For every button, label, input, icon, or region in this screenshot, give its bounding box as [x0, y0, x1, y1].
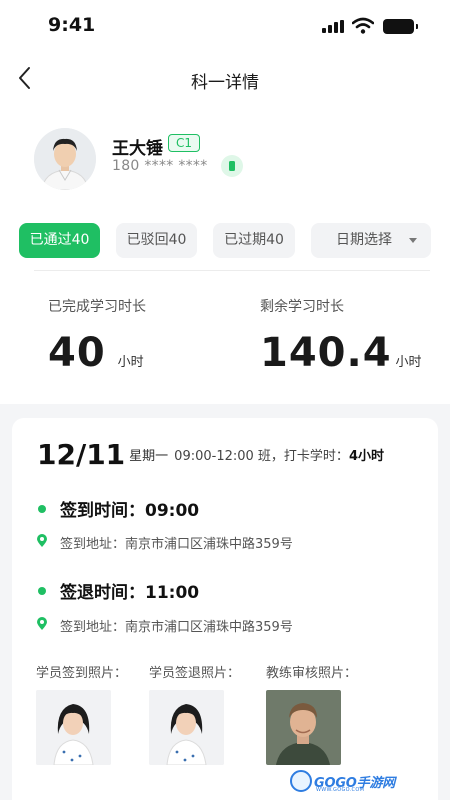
- check-in-time: 签到时间：09:00: [60, 501, 200, 521]
- remaining-hours-unit: 小时: [395, 355, 422, 370]
- remaining-hours-stat: 剩余学习时长 140.4 小时: [260, 296, 422, 376]
- completed-hours-label: 已完成学习时长: [48, 299, 146, 315]
- watermark-url: WWW.GOGO.COM: [316, 787, 365, 793]
- student-check-in-photo-label: 学员签到照片：: [36, 666, 128, 681]
- filter-passed[interactable]: 已通过40: [19, 223, 100, 258]
- check-out-address: 签到地址：南京市浦口区浦珠中路359号: [60, 620, 293, 635]
- filter-rejected[interactable]: 已驳回40: [116, 223, 197, 258]
- student-check-in-photo[interactable]: [36, 690, 111, 765]
- date-picker-label: 日期选择: [336, 232, 392, 248]
- page-title: 科一详情: [191, 73, 259, 93]
- session-hours: 4小时: [348, 449, 384, 464]
- divider: [34, 270, 430, 271]
- session-date: 12/11: [37, 438, 126, 471]
- phone-icon[interactable]: [221, 155, 243, 177]
- battery-icon: [383, 19, 418, 34]
- coach-review-photo[interactable]: [266, 690, 341, 765]
- watermark-logo: GOGO手游网 WWW.GOGO.COM: [290, 770, 396, 793]
- completed-hours-value: 40: [48, 330, 106, 376]
- green-dot-icon: [38, 505, 46, 513]
- green-dot-icon: [38, 587, 46, 595]
- student-profile: 王大锤 C1 180 **** ****: [34, 128, 424, 192]
- remaining-hours-label: 剩余学习时长: [260, 299, 344, 315]
- check-out-time: 签退时间：11:00: [60, 583, 200, 603]
- wifi-icon: [352, 17, 374, 34]
- avatar: [34, 128, 96, 190]
- student-check-out-photo[interactable]: [149, 690, 224, 765]
- session-header: 12/11 星期一 09:00-12:00 班，打卡学时：4小时: [37, 438, 384, 471]
- coach-review-photo-label: 教练审核照片：: [266, 666, 358, 681]
- completed-hours-stat: 已完成学习时长 40 小时: [48, 296, 146, 376]
- location-pin-icon: [37, 617, 47, 630]
- student-name: 王大锤: [112, 139, 163, 159]
- session-weekday: 星期一: [129, 449, 169, 464]
- student-check-out-photo-label: 学员签退照片：: [149, 666, 241, 681]
- phone-number: 180 **** ****: [112, 158, 208, 174]
- license-badge: C1: [168, 134, 200, 152]
- session-card: 12/11 星期一 09:00-12:00 班，打卡学时：4小时 签到时间：09:0…: [12, 418, 438, 800]
- status-time: 9:41: [48, 14, 96, 36]
- date-picker[interactable]: 日期选择: [311, 223, 431, 258]
- nav-bar: 科一详情: [0, 56, 450, 100]
- session-detail: 09:00-12:00 班，打卡学时：: [174, 449, 349, 464]
- location-pin-icon: [37, 534, 47, 547]
- filter-expired[interactable]: 已过期40: [213, 223, 295, 258]
- check-in-address: 签到地址：南京市浦口区浦珠中路359号: [60, 537, 293, 552]
- completed-hours-unit: 小时: [117, 355, 144, 370]
- status-bar: 9:41: [0, 0, 450, 50]
- caret-down-icon: [409, 238, 417, 243]
- watermark-icon: [290, 770, 312, 792]
- remaining-hours-value: 140.4: [260, 330, 392, 376]
- filter-row: 已通过40 已驳回40 已过期40 日期选择: [19, 223, 431, 259]
- signal-icon: [322, 20, 344, 33]
